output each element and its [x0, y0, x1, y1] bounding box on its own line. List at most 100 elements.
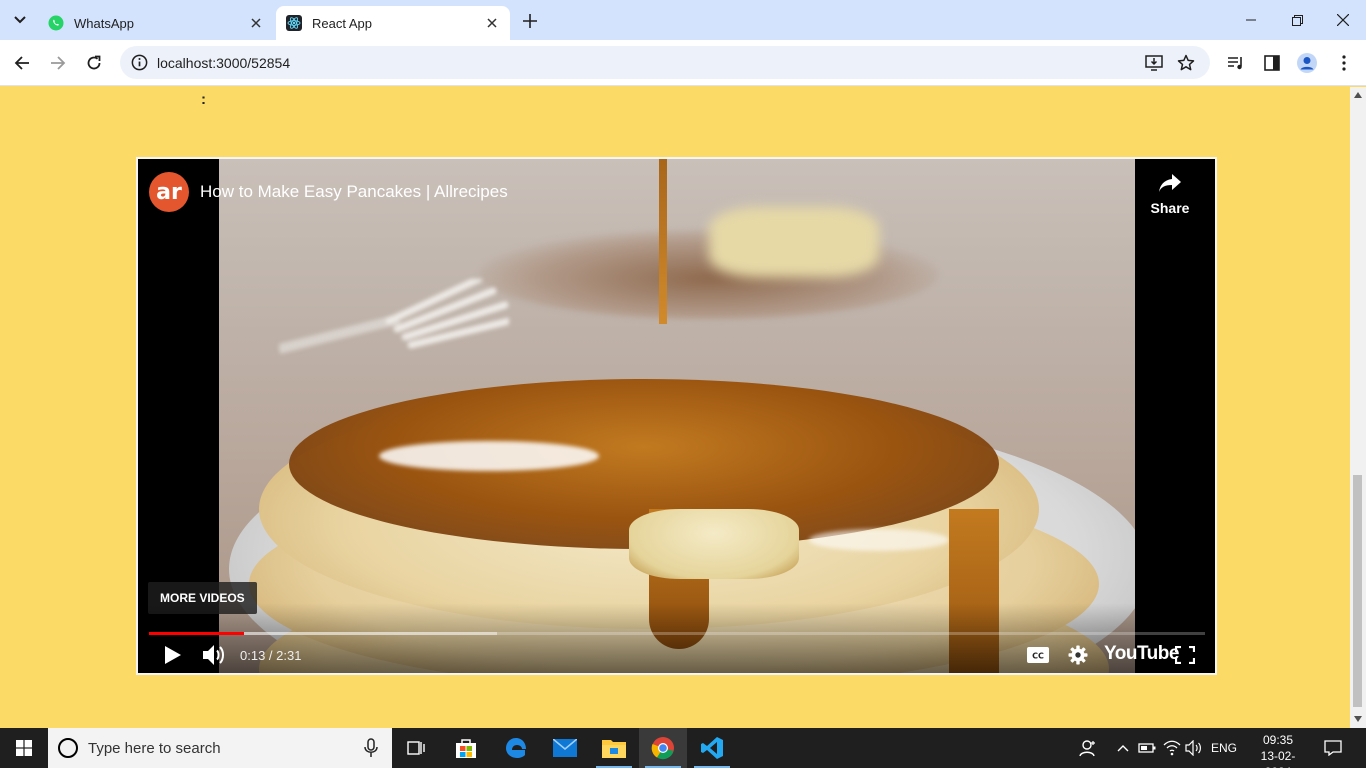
whatsapp-icon	[48, 15, 64, 31]
share-button[interactable]: Share	[1150, 173, 1190, 216]
chrome-app[interactable]	[639, 728, 687, 768]
chevron-up-icon	[1117, 745, 1129, 752]
windows-taskbar: Type here to search ENG 09:35 13-02-2024	[0, 728, 1366, 768]
taskbar-search[interactable]: Type here to search	[48, 728, 392, 768]
share-label: Share	[1150, 200, 1190, 216]
close-window-icon	[1337, 14, 1349, 26]
tab-title: React App	[312, 15, 372, 31]
task-view-icon	[407, 741, 425, 755]
url-text[interactable]: localhost:3000/52854	[157, 55, 290, 71]
scroll-down-arrow[interactable]	[1354, 715, 1362, 723]
reload-button[interactable]	[80, 49, 108, 77]
task-view-button[interactable]	[392, 728, 440, 768]
background-butter	[709, 207, 879, 277]
channel-logo[interactable]: ar	[149, 172, 189, 212]
browser-toolbar: localhost:3000/52854	[0, 40, 1366, 86]
close-tab-button[interactable]	[246, 13, 266, 33]
play-icon	[165, 646, 181, 664]
site-info-icon[interactable]	[130, 53, 149, 72]
settings-icon	[1068, 645, 1088, 665]
minimize-icon	[1246, 19, 1256, 21]
tab-search-button[interactable]	[8, 8, 32, 32]
plus-icon	[523, 14, 537, 28]
media-icon	[1228, 57, 1242, 70]
store-icon	[456, 739, 476, 758]
progress-bar[interactable]	[149, 632, 1205, 635]
butter-pat	[629, 509, 799, 579]
close-window-button[interactable]	[1320, 0, 1366, 40]
star-icon	[1177, 54, 1195, 71]
fork-shape	[279, 279, 509, 354]
install-icon	[1145, 55, 1163, 71]
react-icon	[286, 15, 302, 31]
wifi-icon	[1163, 740, 1181, 756]
mic-icon[interactable]	[362, 738, 380, 758]
close-tab-button[interactable]	[482, 13, 502, 33]
people-icon	[1079, 740, 1095, 757]
scroll-thumb[interactable]	[1353, 475, 1362, 707]
side-panel-button[interactable]	[1261, 52, 1283, 74]
language-indicator[interactable]: ENG	[1211, 741, 1237, 755]
video-frame[interactable]	[219, 159, 1135, 673]
people-button[interactable]	[1078, 738, 1098, 758]
profile-button[interactable]	[1296, 52, 1318, 74]
forward-button[interactable]	[44, 49, 72, 77]
edge-app[interactable]	[492, 728, 540, 768]
vscode-icon	[701, 737, 723, 759]
played-bar	[149, 632, 245, 635]
new-tab-button[interactable]	[518, 9, 542, 33]
separator-text: :	[201, 91, 206, 108]
bookmark-button[interactable]	[1176, 53, 1196, 73]
search-placeholder[interactable]: Type here to search	[88, 740, 221, 757]
battery-status[interactable]	[1137, 738, 1157, 758]
youtube-logo[interactable]: YouTube	[1104, 643, 1179, 665]
close-icon	[251, 18, 261, 28]
svg-text:CC: CC	[1032, 652, 1044, 661]
edge-icon	[506, 738, 526, 758]
restore-button[interactable]	[1274, 0, 1320, 40]
restore-icon	[1291, 14, 1303, 26]
captions-button[interactable]: CC	[1025, 641, 1051, 669]
start-button[interactable]	[0, 728, 48, 768]
play-button[interactable]	[160, 641, 186, 669]
youtube-player[interactable]: ar How to Make Easy Pancakes | Allrecipe…	[136, 157, 1217, 675]
address-bar[interactable]: localhost:3000/52854	[120, 46, 1210, 79]
notification-center-button[interactable]	[1323, 738, 1343, 758]
vscode-app[interactable]	[688, 728, 736, 768]
tab-search-icon	[14, 16, 26, 24]
speaker-icon	[1185, 740, 1201, 756]
captions-icon: CC	[1027, 647, 1049, 663]
tab-react-app[interactable]: React App	[276, 6, 510, 40]
time-display: 0:13 / 2:31	[240, 648, 302, 663]
close-icon	[487, 18, 497, 28]
tab-title: WhatsApp	[74, 15, 134, 31]
syrup-highlight	[809, 529, 949, 551]
volume-status[interactable]	[1184, 738, 1204, 758]
windows-icon	[16, 740, 32, 756]
fullscreen-icon	[1175, 646, 1195, 664]
chrome-icon	[651, 737, 674, 760]
syrup-stream	[659, 159, 667, 324]
scroll-up-arrow[interactable]	[1354, 91, 1362, 99]
tab-whatsapp[interactable]: WhatsApp	[38, 6, 274, 40]
chrome-menu-button[interactable]	[1333, 52, 1355, 74]
file-explorer-app[interactable]	[590, 728, 638, 768]
install-app-button[interactable]	[1144, 53, 1164, 73]
back-icon	[14, 56, 29, 70]
show-hidden-icons-button[interactable]	[1113, 738, 1133, 758]
store-app[interactable]	[442, 728, 490, 768]
settings-button[interactable]	[1065, 641, 1091, 669]
network-status[interactable]	[1162, 738, 1182, 758]
video-title[interactable]: How to Make Easy Pancakes | Allrecipes	[200, 182, 508, 202]
mail-app[interactable]	[541, 728, 589, 768]
volume-button[interactable]	[200, 641, 228, 669]
minimize-button[interactable]	[1228, 0, 1274, 40]
notification-icon	[1324, 740, 1342, 756]
volume-icon	[203, 645, 224, 665]
page-scrollbar[interactable]	[1350, 87, 1366, 728]
back-button[interactable]	[8, 49, 36, 77]
media-control-button[interactable]	[1225, 52, 1247, 74]
clock[interactable]: 09:35 13-02-2024	[1250, 732, 1306, 768]
forward-icon	[51, 56, 66, 70]
fullscreen-button[interactable]	[1172, 641, 1198, 669]
